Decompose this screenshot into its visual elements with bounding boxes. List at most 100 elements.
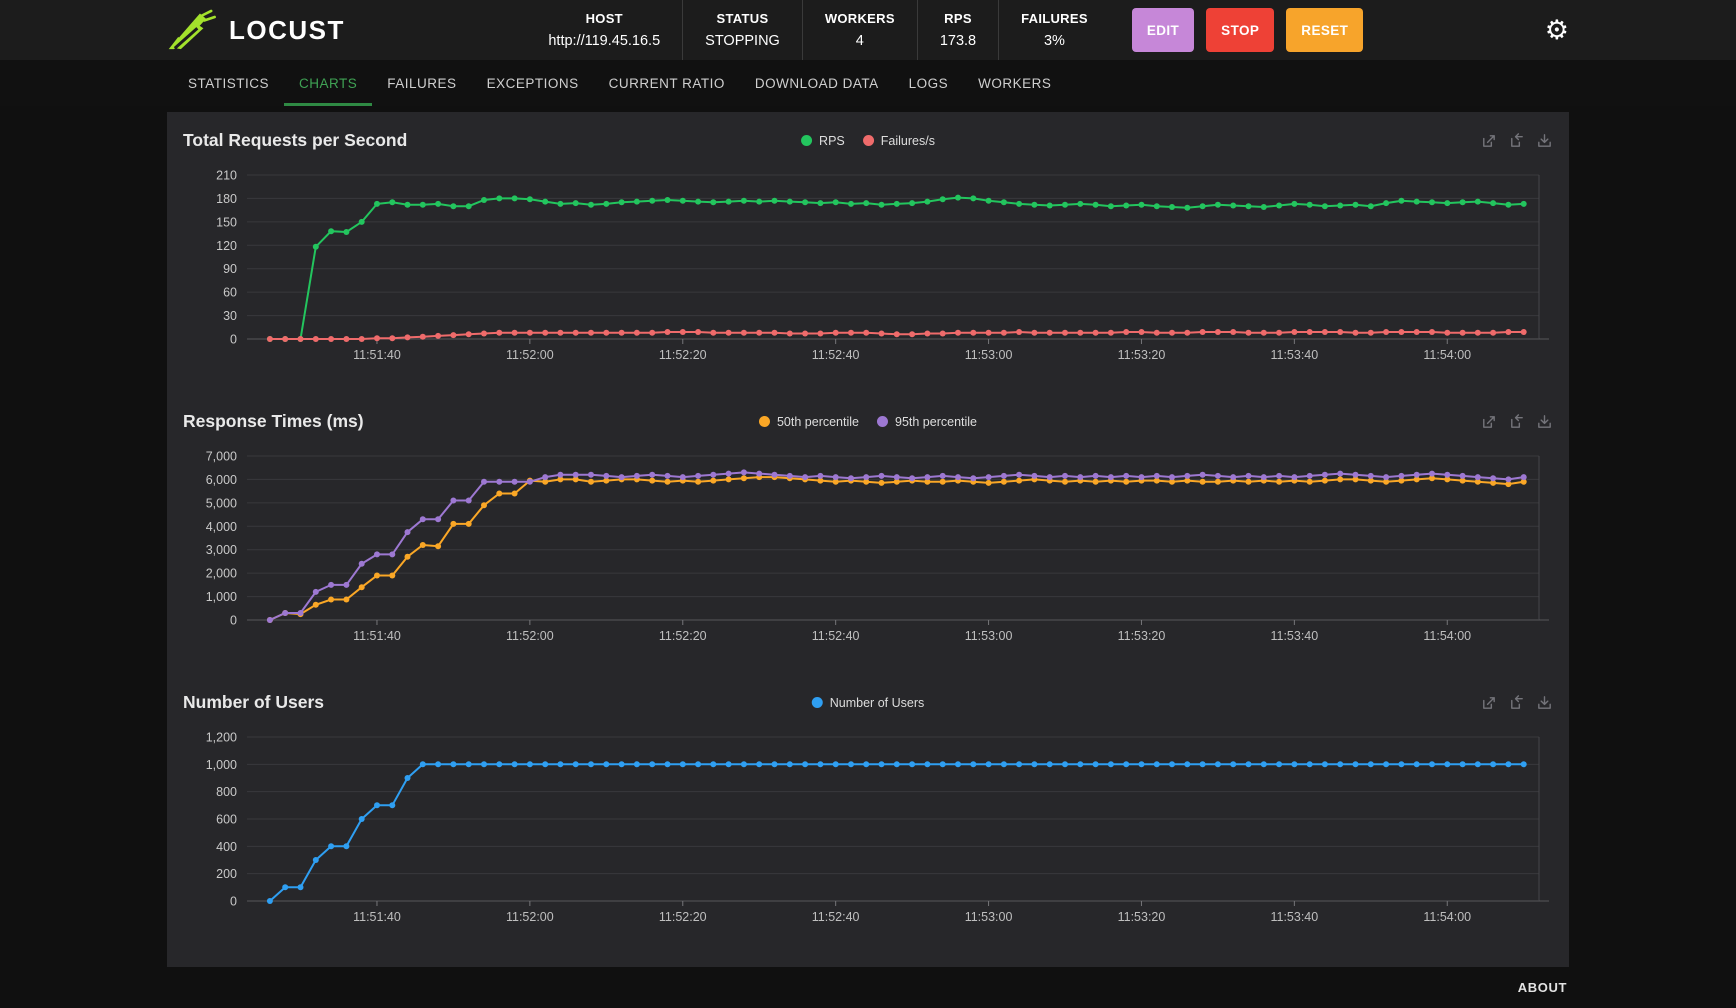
svg-text:2,000: 2,000 — [206, 567, 237, 581]
settings-gear-icon[interactable]: ⚙ — [1545, 16, 1569, 44]
tab-workers[interactable]: WORKERS — [963, 60, 1066, 106]
legend-item[interactable]: Failures/s — [862, 134, 935, 148]
svg-text:11:51:40: 11:51:40 — [353, 910, 401, 924]
zoom-select-icon[interactable] — [1480, 413, 1497, 430]
stat-status: STATUS STOPPING — [682, 0, 802, 60]
svg-text:6,000: 6,000 — [206, 473, 237, 487]
edit-button[interactable]: EDIT — [1131, 8, 1195, 52]
chart-canvas[interactable]: 0 1,000 2,000 3,000 4,000 5,000 6,000 7,000 11:5… — [183, 448, 1553, 652]
stat-rps-label: RPS — [944, 11, 972, 26]
footer: ABOUT — [167, 967, 1569, 1008]
chart-toolbox — [1480, 132, 1553, 149]
download-image-icon[interactable] — [1536, 413, 1553, 430]
svg-text:11:52:40: 11:52:40 — [812, 348, 860, 362]
legend-item[interactable]: RPS — [801, 134, 845, 148]
svg-text:30: 30 — [223, 309, 237, 323]
about-link[interactable]: ABOUT — [1518, 980, 1567, 995]
svg-text:11:52:20: 11:52:20 — [659, 910, 707, 924]
svg-text:210: 210 — [216, 169, 237, 183]
svg-text:0: 0 — [230, 614, 237, 628]
stat-status-value: STOPPING — [705, 33, 780, 49]
tab-exceptions[interactable]: EXCEPTIONS — [472, 60, 594, 106]
chart-header: Total Requests per Second RPS Failures/s — [183, 130, 1553, 151]
chart-title: Response Times (ms) — [183, 411, 364, 431]
svg-text:11:51:40: 11:51:40 — [353, 348, 401, 362]
stat-rps-value: 173.8 — [939, 33, 977, 49]
legend-item[interactable]: 50th percentile — [758, 414, 859, 429]
legend-label: RPS — [819, 133, 845, 148]
zoom-select-icon[interactable] — [1480, 132, 1497, 149]
top-bar: LOCUST HOST http://119.45.16.5 STATUS ST… — [0, 0, 1736, 60]
svg-text:150: 150 — [216, 215, 237, 229]
stop-button[interactable]: STOP — [1206, 8, 1275, 52]
svg-text:11:52:00: 11:52:00 — [506, 629, 554, 643]
zoom-reset-icon[interactable] — [1508, 132, 1525, 149]
svg-text:11:52:20: 11:52:20 — [659, 629, 707, 643]
svg-text:11:53:00: 11:53:00 — [965, 629, 1013, 643]
legend-dot-icon — [862, 135, 874, 146]
chart-block: Number of Users Number of Users 0 200 400 6… — [183, 692, 1553, 933]
legend-dot-icon — [811, 697, 823, 708]
legend-label: 95th percentile — [895, 414, 978, 429]
legend-dot-icon — [758, 416, 770, 427]
svg-text:800: 800 — [216, 785, 237, 799]
stat-rps: RPS 173.8 — [916, 0, 998, 60]
svg-text:200: 200 — [216, 867, 237, 881]
svg-text:7,000: 7,000 — [206, 450, 237, 464]
logo-text: LOCUST — [229, 14, 345, 45]
svg-text:11:53:20: 11:53:20 — [1118, 348, 1166, 362]
svg-text:11:53:40: 11:53:40 — [1270, 910, 1318, 924]
svg-text:11:52:20: 11:52:20 — [659, 348, 707, 362]
svg-text:90: 90 — [223, 262, 237, 276]
stat-failures-label: FAILURES — [1021, 11, 1088, 26]
svg-text:4,000: 4,000 — [206, 520, 237, 534]
stat-workers: WORKERS 4 — [801, 0, 917, 60]
legend-dot-icon — [801, 135, 813, 146]
chart-canvas[interactable]: 0 200 400 600 800 1,000 1,200 11:51:40 11:52:00 1… — [183, 729, 1553, 933]
svg-text:11:53:20: 11:53:20 — [1118, 910, 1166, 924]
svg-text:120: 120 — [216, 239, 237, 253]
chart-block: Response Times (ms) 50th percentile 95th … — [183, 411, 1553, 652]
legend-item[interactable]: Number of Users — [811, 695, 925, 710]
svg-text:11:54:00: 11:54:00 — [1423, 910, 1471, 924]
svg-text:11:52:00: 11:52:00 — [506, 910, 554, 924]
tab-current-ratio[interactable]: CURRENT RATIO — [594, 60, 740, 106]
chart-title: Total Requests per Second — [183, 130, 408, 150]
svg-text:11:53:00: 11:53:00 — [965, 348, 1013, 362]
stat-status-label: STATUS — [716, 11, 769, 26]
svg-text:11:51:40: 11:51:40 — [353, 629, 401, 643]
stat-host-label: HOST — [585, 11, 623, 26]
tab-charts[interactable]: CHARTS — [284, 60, 373, 106]
reset-button[interactable]: RESET — [1286, 8, 1364, 52]
zoom-reset-icon[interactable] — [1508, 413, 1525, 430]
chart-title: Number of Users — [183, 692, 325, 712]
svg-text:5,000: 5,000 — [206, 496, 237, 510]
tab-failures[interactable]: FAILURES — [372, 60, 471, 106]
legend-item[interactable]: 95th percentile — [877, 415, 977, 429]
tab-statistics[interactable]: STATISTICS — [173, 60, 284, 106]
chart-header: Response Times (ms) 50th percentile 95th … — [183, 411, 1553, 432]
charts-panel: Total Requests per Second RPS Failures/s … — [167, 112, 1569, 967]
zoom-reset-icon[interactable] — [1508, 694, 1525, 711]
tab-download-data[interactable]: DOWNLOAD DATA — [740, 60, 894, 106]
svg-text:11:52:40: 11:52:40 — [812, 910, 860, 924]
stat-failures: FAILURES 3% — [998, 0, 1110, 60]
chart-canvas[interactable]: 0 30 60 90 120 150 180 210 11:51:40 11:52:00 11:52… — [183, 167, 1553, 371]
svg-text:11:53:00: 11:53:00 — [965, 910, 1013, 924]
svg-text:11:53:40: 11:53:40 — [1270, 629, 1318, 643]
svg-text:11:53:40: 11:53:40 — [1270, 348, 1318, 362]
svg-text:1,000: 1,000 — [206, 590, 237, 604]
stat-failures-value: 3% — [1043, 33, 1065, 49]
legend-dot-icon — [877, 416, 888, 427]
chart-header: Number of Users Number of Users — [183, 692, 1553, 713]
svg-text:0: 0 — [230, 895, 237, 909]
legend-label: 50th percentile — [776, 414, 859, 429]
header-stats: HOST http://119.45.16.5 STATUS STOPPING … — [526, 0, 1109, 60]
download-image-icon[interactable] — [1536, 694, 1553, 711]
svg-text:60: 60 — [223, 286, 237, 300]
legend-label: Number of Users — [829, 695, 925, 710]
tab-logs[interactable]: LOGS — [894, 60, 964, 106]
download-image-icon[interactable] — [1536, 132, 1553, 149]
zoom-select-icon[interactable] — [1480, 694, 1497, 711]
chart-toolbox — [1480, 694, 1553, 711]
